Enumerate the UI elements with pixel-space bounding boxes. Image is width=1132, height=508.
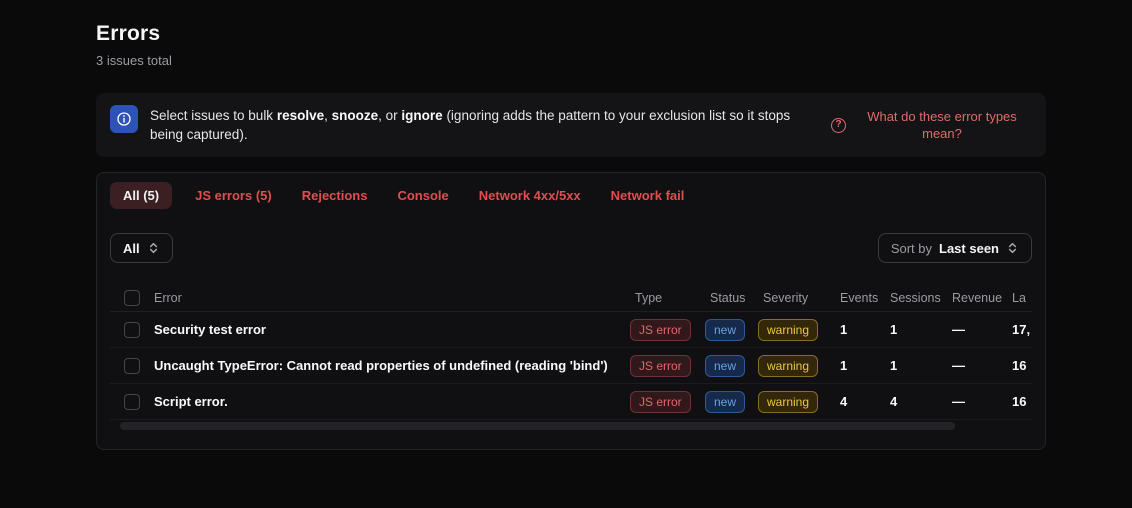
scope-filter-value: All — [123, 240, 140, 256]
events-count: 1 — [840, 358, 848, 373]
tab-console[interactable]: Console — [390, 182, 455, 209]
error-types-help-link[interactable]: ? What do these error types mean? — [831, 108, 1032, 142]
last-seen-value: 16 — [1012, 358, 1027, 373]
tab-network-fail[interactable]: Network fail — [604, 182, 692, 209]
issue-title: Script error. — [154, 394, 228, 409]
sessions-count: 4 — [890, 394, 898, 409]
row-checkbox[interactable] — [124, 357, 140, 374]
issues-table: Error Type Status Severity Events Sessio… — [110, 285, 1032, 430]
issues-panel: All (5) JS errors (5) Rejections Console… — [96, 172, 1046, 450]
horizontal-scrollbar — [110, 422, 1032, 430]
column-header-revenue: Revenue — [952, 291, 1003, 305]
type-badge: JS error — [630, 318, 691, 341]
issue-row[interactable]: Script error. JS error new warning 4 4 —… — [110, 384, 1032, 420]
error-type-tabs: All (5) JS errors (5) Rejections Console… — [110, 181, 1032, 209]
scope-filter-dropdown[interactable]: All — [110, 233, 173, 263]
issue-row[interactable]: Security test error JS error new warning… — [110, 312, 1032, 348]
tab-network-4xx-5xx[interactable]: Network 4xx/5xx — [472, 182, 588, 209]
issue-row[interactable]: Uncaught TypeError: Cannot read properti… — [110, 348, 1032, 384]
bulk-actions-banner: Select issues to bulk resolve, snooze, o… — [96, 93, 1046, 157]
sessions-count: 1 — [890, 358, 898, 373]
column-header-status: Status — [710, 291, 746, 305]
errors-page: Errors 3 issues total Select issues to b… — [96, 22, 1046, 450]
severity-badge: warning — [758, 354, 819, 377]
severity-badge: warning — [758, 390, 819, 413]
tab-all[interactable]: All (5) — [110, 181, 173, 209]
banner-message: Select issues to bulk resolve, snooze, o… — [150, 108, 791, 142]
scrollbar-thumb[interactable] — [120, 422, 955, 430]
severity-badge: warning — [758, 318, 819, 341]
row-checkbox[interactable] — [124, 321, 140, 338]
type-badge: JS error — [630, 390, 691, 413]
chevron-up-down-icon — [1006, 241, 1019, 255]
issue-title: Uncaught TypeError: Cannot read properti… — [154, 358, 608, 373]
column-header-events: Events — [840, 291, 879, 305]
tab-rejections[interactable]: Rejections — [295, 182, 375, 209]
info-icon — [110, 105, 138, 133]
sort-label: Sort by — [890, 240, 933, 256]
revenue-value: — — [952, 394, 965, 409]
row-checkbox[interactable] — [124, 393, 140, 410]
question-circle-icon: ? — [831, 117, 846, 133]
status-badge: new — [705, 354, 746, 377]
events-count: 1 — [840, 322, 848, 337]
tab-js-errors[interactable]: JS errors (5) — [188, 182, 279, 209]
last-seen-value: 16 — [1012, 394, 1027, 409]
type-badge: JS error — [630, 354, 691, 377]
help-link-label: What do these error types mean? — [867, 109, 1017, 141]
page-title: Errors — [96, 22, 161, 45]
chevron-up-down-icon — [147, 241, 160, 255]
sort-dropdown[interactable]: Sort by Last seen — [877, 233, 1032, 263]
status-badge: new — [705, 390, 746, 413]
status-badge: new — [705, 318, 746, 341]
sessions-count: 1 — [890, 322, 898, 337]
select-all-checkbox[interactable] — [124, 290, 140, 306]
issues-count: 3 issues total — [96, 53, 172, 68]
events-count: 4 — [840, 394, 848, 409]
revenue-value: — — [952, 322, 965, 337]
revenue-value: — — [952, 358, 965, 373]
filter-row: All Sort by Last seen — [110, 233, 1032, 263]
column-header-type: Type — [635, 291, 663, 305]
last-seen-value: 17, — [1012, 322, 1031, 337]
issue-title: Security test error — [154, 322, 266, 337]
column-header-error: Error — [154, 291, 182, 305]
column-header-sessions: Sessions — [890, 291, 941, 305]
column-header-last-seen: La — [1012, 291, 1026, 305]
column-header-severity: Severity — [763, 291, 809, 305]
sort-value: Last seen — [939, 240, 999, 256]
table-header-row: Error Type Status Severity Events Sessio… — [110, 285, 1032, 312]
